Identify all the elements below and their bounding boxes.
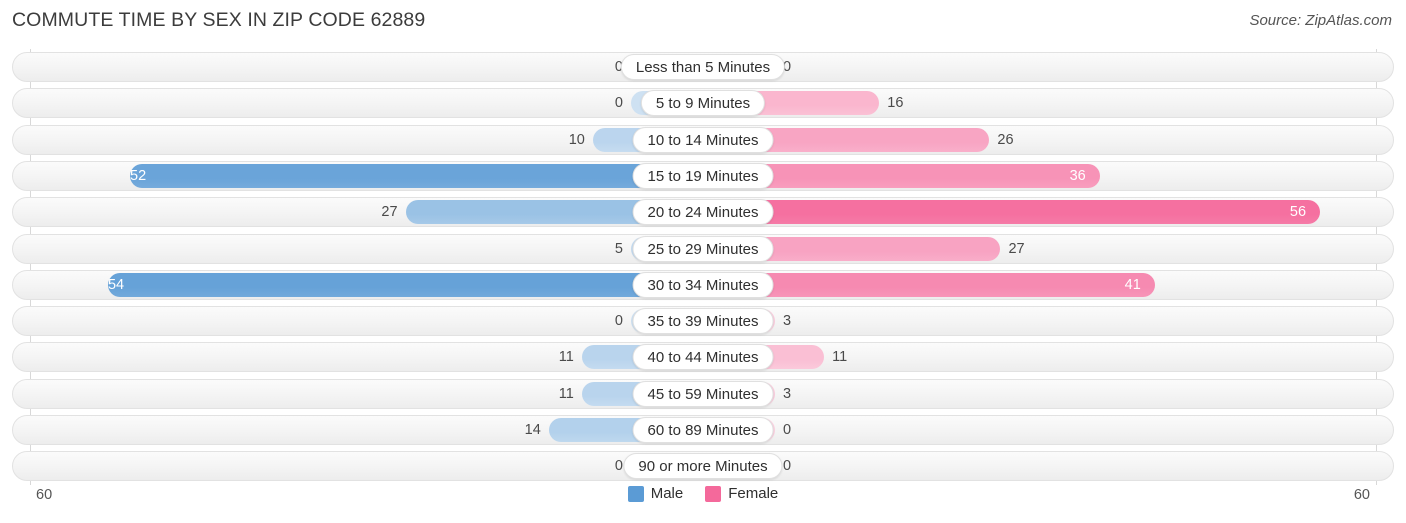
bar-value-male: 0	[614, 95, 623, 112]
table-row: 0 0 90 or more Minutes	[12, 451, 1394, 482]
category-label: 15 to 19 Minutes	[632, 162, 774, 189]
legend-item-female[interactable]: Female	[705, 485, 778, 502]
bar-value-female: 41	[1124, 276, 1141, 293]
table-row: 0 0 Less than 5 Minutes	[12, 52, 1394, 82]
category-label: 5 to 9 Minutes	[640, 90, 766, 117]
bar-value-female: 36	[1069, 167, 1086, 184]
bar-female[interactable]	[703, 200, 1320, 225]
bar-value-male: 11	[558, 349, 574, 366]
bar-value-male: 0	[614, 313, 623, 330]
table-row: 11 11 40 to 44 Minutes	[12, 342, 1394, 373]
bar-male[interactable]	[130, 163, 703, 188]
bar-value-female: 27	[1008, 240, 1025, 257]
category-label: 90 or more Minutes	[623, 453, 783, 480]
category-label: 20 to 24 Minutes	[632, 199, 774, 226]
page-title: COMMUTE TIME BY SEX IN ZIP CODE 62889	[12, 9, 426, 31]
category-label: 60 to 89 Minutes	[632, 417, 774, 443]
table-row: 11 3 45 to 59 Minutes	[12, 378, 1394, 409]
category-label: 30 to 34 Minutes	[632, 271, 774, 298]
bar-value-male: 27	[381, 204, 398, 221]
category-label: Less than 5 Minutes	[620, 54, 786, 80]
bar-male[interactable]	[108, 272, 703, 297]
category-label: 10 to 14 Minutes	[632, 126, 774, 153]
category-label: 35 to 39 Minutes	[632, 308, 774, 335]
table-row: 0 3 35 to 39 Minutes	[12, 306, 1394, 337]
table-row: 27 56 20 to 24 Minutes	[12, 197, 1394, 228]
table-row: 5 27 25 to 29 Minutes	[12, 233, 1394, 264]
source-attribution: Source: ZipAtlas.com	[1249, 12, 1392, 29]
bar-value-male: 5	[614, 240, 623, 257]
table-row: 0 16 5 to 9 Minutes	[12, 88, 1394, 119]
bar-value-male: 52	[130, 167, 147, 184]
chart-legend: Male Female	[0, 485, 1406, 502]
bar-value-female: 16	[887, 95, 904, 112]
table-row: 54 41 30 to 34 Minutes	[12, 269, 1394, 300]
bar-value-female: 26	[997, 131, 1014, 148]
bar-value-female: 56	[1289, 204, 1307, 221]
bar-value-female: 3	[783, 313, 792, 330]
bar-value-female: 0	[783, 458, 792, 475]
plot-area: 0 0 Less than 5 Minutes 0 16 5 to 9 Minutes 10…	[0, 49, 1406, 485]
table-row: 14 0 60 to 89 Minutes	[12, 415, 1394, 445]
legend-item-male[interactable]: Male	[627, 485, 684, 502]
table-row: 52 36 15 to 19 Minutes	[12, 160, 1394, 191]
legend-label-male: Male	[650, 485, 684, 502]
bar-value-male: 10	[568, 131, 585, 148]
bar-value-male: 54	[107, 276, 125, 293]
bar-value-male: 14	[524, 422, 541, 438]
legend-label-female: Female	[728, 485, 779, 502]
bar-value-male: 0	[614, 458, 623, 475]
bar-value-female: 11	[832, 349, 848, 366]
category-label: 40 to 44 Minutes	[632, 344, 774, 371]
bar-value-female: 3	[783, 385, 792, 402]
bar-value-female: 0	[783, 422, 792, 438]
legend-swatch-female	[705, 485, 722, 502]
bar-value-male: 11	[558, 385, 574, 402]
category-label: 45 to 59 Minutes	[632, 380, 774, 407]
legend-swatch-male	[627, 485, 644, 502]
chart-root: COMMUTE TIME BY SEX IN ZIP CODE 62889 So…	[0, 0, 1406, 523]
category-label: 25 to 29 Minutes	[632, 235, 774, 262]
table-row: 10 26 10 to 14 Minutes	[12, 124, 1394, 155]
